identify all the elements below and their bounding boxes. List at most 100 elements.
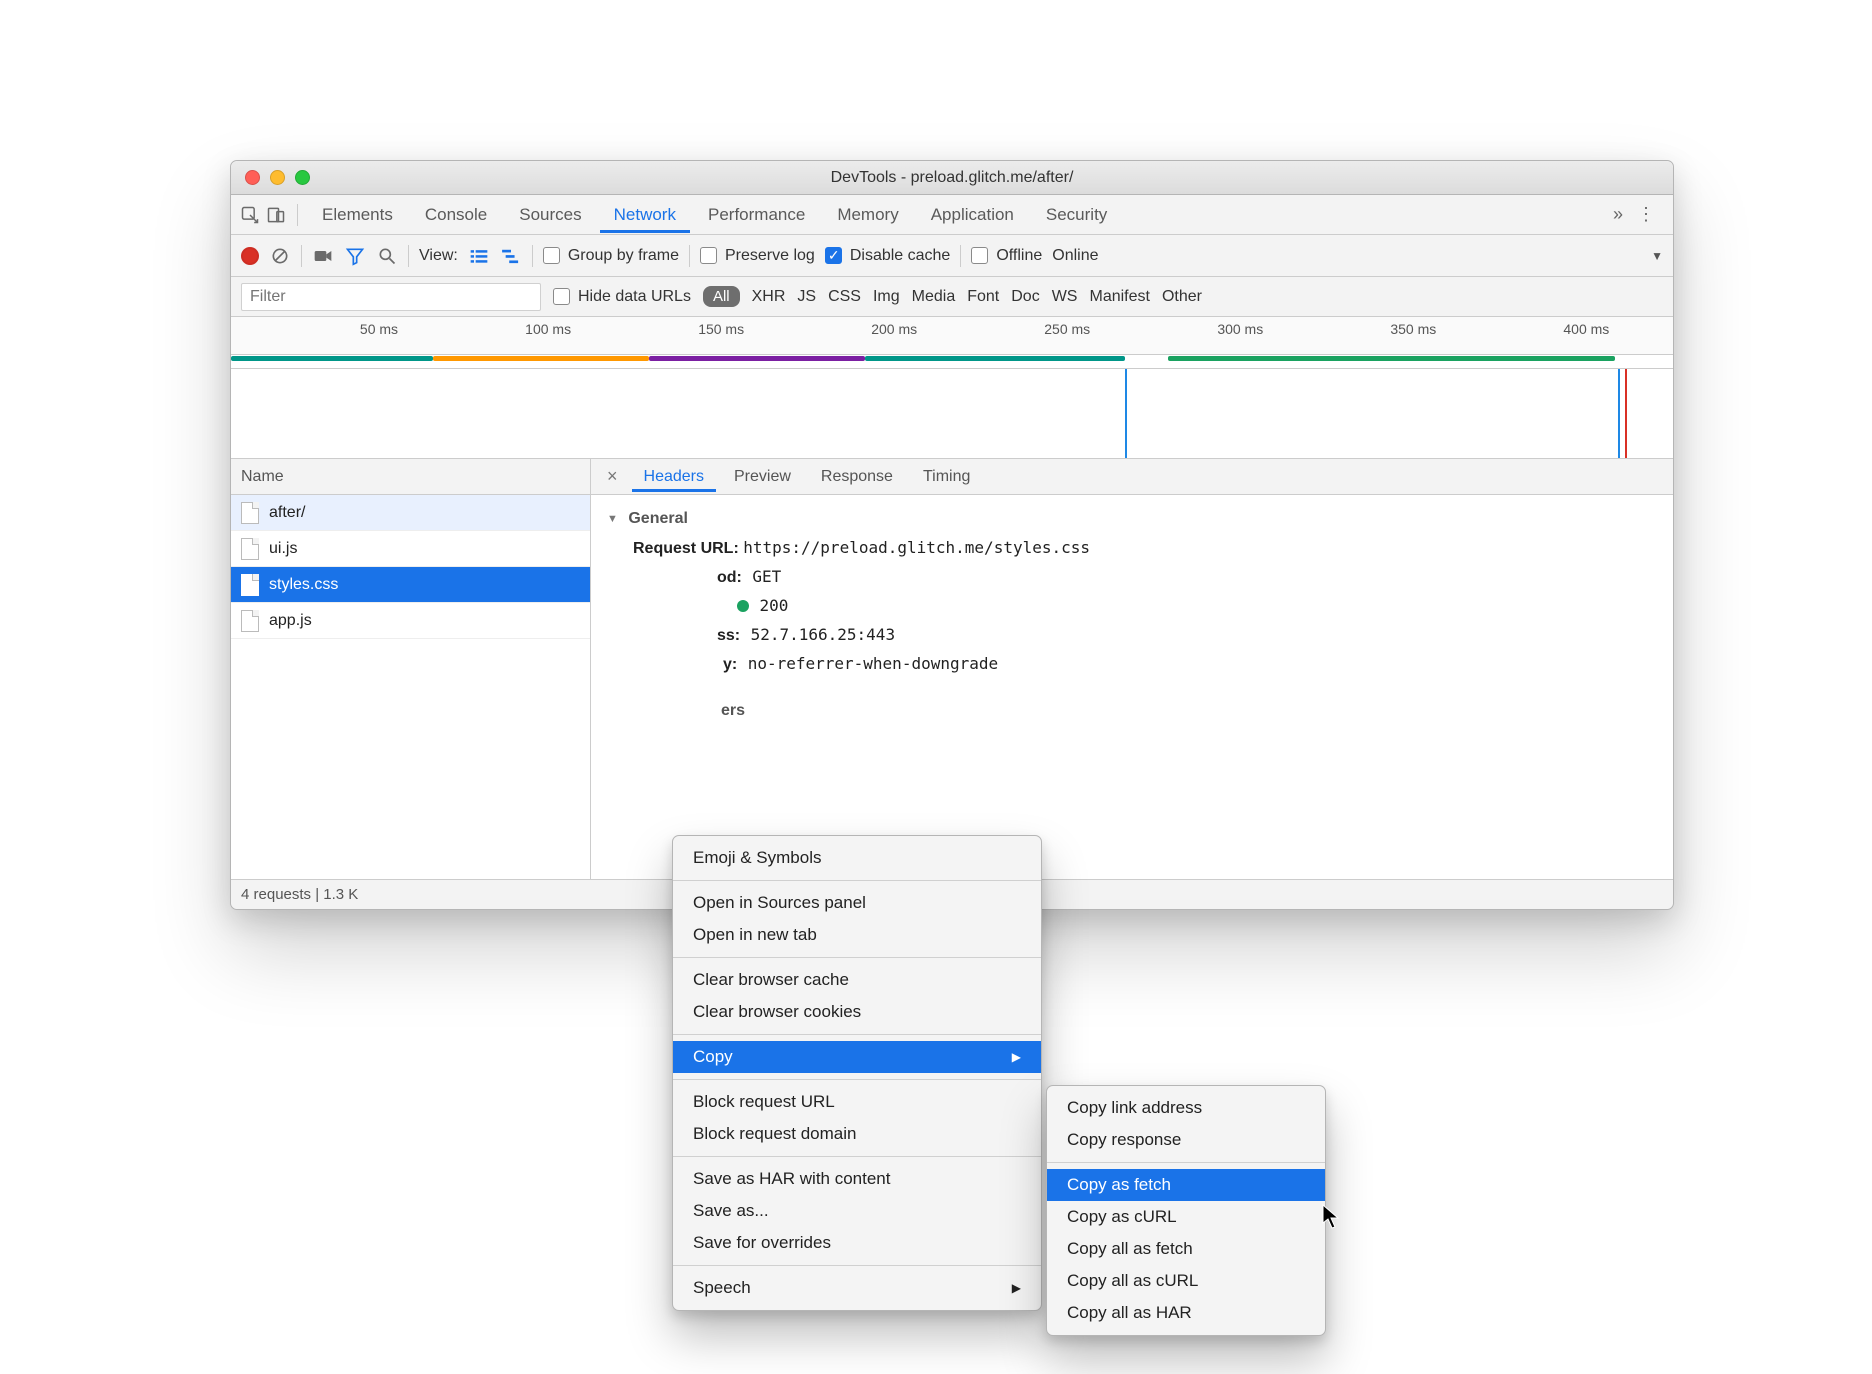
ctx-save-overrides[interactable]: Save for overrides bbox=[673, 1227, 1041, 1259]
overflow-tabs-icon[interactable]: » bbox=[1613, 204, 1623, 225]
separator bbox=[301, 245, 302, 267]
minimize-window-button[interactable] bbox=[270, 170, 285, 185]
tick: 200 ms bbox=[871, 321, 923, 337]
inspect-icon[interactable] bbox=[239, 205, 261, 225]
timeline-detail[interactable] bbox=[231, 369, 1673, 459]
ctx-copy-all-as-har[interactable]: Copy all as HAR bbox=[1047, 1297, 1325, 1329]
group-by-frame-checkbox[interactable]: Group by frame bbox=[543, 247, 679, 265]
name-column-header[interactable]: Name bbox=[231, 459, 590, 495]
detail-tab-timing[interactable]: Timing bbox=[911, 462, 982, 492]
tab-elements[interactable]: Elements bbox=[308, 197, 407, 233]
ctx-open-in-sources[interactable]: Open in Sources panel bbox=[673, 887, 1041, 919]
online-throttle-select[interactable]: Online bbox=[1052, 247, 1098, 265]
request-row[interactable]: ui.js bbox=[231, 531, 590, 567]
ctx-clear-cookies[interactable]: Clear browser cookies bbox=[673, 996, 1041, 1028]
filter-type-other[interactable]: Other bbox=[1162, 288, 1202, 306]
timeline-overview[interactable] bbox=[231, 355, 1673, 369]
list-view-icon[interactable] bbox=[468, 245, 490, 267]
filter-type-font[interactable]: Font bbox=[967, 288, 999, 306]
filter-type-js[interactable]: JS bbox=[797, 288, 816, 306]
response-headers-section-header[interactable]: ers bbox=[607, 697, 1657, 725]
tab-network[interactable]: Network bbox=[600, 197, 690, 233]
clear-icon[interactable] bbox=[269, 245, 291, 267]
filter-input[interactable] bbox=[241, 283, 541, 311]
detail-tab-preview[interactable]: Preview bbox=[722, 462, 803, 492]
general-section-header[interactable]: ▼ General bbox=[607, 505, 1657, 534]
overview-segment bbox=[1168, 356, 1615, 361]
file-icon bbox=[241, 538, 259, 560]
separator bbox=[673, 957, 1041, 958]
tick: 400 ms bbox=[1563, 321, 1615, 337]
record-button[interactable] bbox=[241, 247, 259, 265]
separator bbox=[673, 880, 1041, 881]
status-dot-icon bbox=[737, 600, 749, 612]
hide-data-urls-checkbox[interactable]: Hide data URLs bbox=[553, 288, 691, 306]
request-name: app.js bbox=[269, 612, 312, 630]
ctx-save-har[interactable]: Save as HAR with content bbox=[673, 1163, 1041, 1195]
filter-type-css[interactable]: CSS bbox=[828, 288, 861, 306]
response-headers-label-tail: ers bbox=[721, 702, 745, 719]
method-label-tail: od: bbox=[717, 569, 742, 586]
ctx-copy-response[interactable]: Copy response bbox=[1047, 1124, 1325, 1156]
filter-type-doc[interactable]: Doc bbox=[1011, 288, 1039, 306]
tab-security[interactable]: Security bbox=[1032, 197, 1121, 233]
tab-memory[interactable]: Memory bbox=[823, 197, 912, 233]
filter-type-xhr[interactable]: XHR bbox=[752, 288, 786, 306]
filter-icon[interactable] bbox=[344, 245, 366, 267]
ctx-copy-as-fetch[interactable]: Copy as fetch bbox=[1047, 1169, 1325, 1201]
ctx-emoji-symbols[interactable]: Emoji & Symbols bbox=[673, 842, 1041, 874]
preserve-log-checkbox[interactable]: Preserve log bbox=[700, 247, 815, 265]
close-window-button[interactable] bbox=[245, 170, 260, 185]
file-icon bbox=[241, 574, 259, 596]
separator bbox=[1047, 1162, 1325, 1163]
kebab-menu-icon[interactable]: ⋮ bbox=[1637, 204, 1655, 225]
ctx-block-request-domain[interactable]: Block request domain bbox=[673, 1118, 1041, 1150]
ctx-speech-submenu[interactable]: Speech▶ bbox=[673, 1272, 1041, 1304]
tab-console[interactable]: Console bbox=[411, 197, 501, 233]
file-icon bbox=[241, 502, 259, 524]
filter-type-media[interactable]: Media bbox=[912, 288, 956, 306]
request-url-value: https://preload.glitch.me/styles.css bbox=[743, 538, 1090, 557]
request-row-selected[interactable]: styles.css bbox=[231, 567, 590, 603]
filter-type-img[interactable]: Img bbox=[873, 288, 900, 306]
separator bbox=[673, 1265, 1041, 1266]
ctx-copy-link-address[interactable]: Copy link address bbox=[1047, 1092, 1325, 1124]
tab-application[interactable]: Application bbox=[917, 197, 1028, 233]
tab-performance[interactable]: Performance bbox=[694, 197, 819, 233]
tab-sources[interactable]: Sources bbox=[505, 197, 595, 233]
filter-type-ws[interactable]: WS bbox=[1052, 288, 1078, 306]
detail-tab-response[interactable]: Response bbox=[809, 462, 905, 492]
dropdown-icon[interactable]: ▼ bbox=[1651, 249, 1663, 263]
ctx-copy-as-curl[interactable]: Copy as cURL bbox=[1047, 1201, 1325, 1233]
request-list-pane: Name after/ ui.js styles.css app.js bbox=[231, 459, 591, 879]
ctx-copy-submenu[interactable]: Copy▶ bbox=[673, 1041, 1041, 1073]
tick: 100 ms bbox=[525, 321, 577, 337]
separator bbox=[689, 245, 690, 267]
camera-icon[interactable] bbox=[312, 245, 334, 267]
filter-type-all[interactable]: All bbox=[703, 286, 740, 307]
close-detail-icon[interactable]: × bbox=[599, 466, 626, 487]
timeline-ruler[interactable]: 50 ms 100 ms 150 ms 200 ms 250 ms 300 ms… bbox=[231, 317, 1673, 355]
ctx-copy-all-as-curl[interactable]: Copy all as cURL bbox=[1047, 1265, 1325, 1297]
search-icon[interactable] bbox=[376, 245, 398, 267]
detail-tab-headers[interactable]: Headers bbox=[632, 462, 716, 492]
ctx-block-request-url[interactable]: Block request URL bbox=[673, 1086, 1041, 1118]
separator bbox=[673, 1034, 1041, 1035]
request-row[interactable]: after/ bbox=[231, 495, 590, 531]
waterfall-view-icon[interactable] bbox=[500, 245, 522, 267]
window-controls bbox=[231, 170, 310, 185]
ctx-open-in-new-tab[interactable]: Open in new tab bbox=[673, 919, 1041, 951]
filter-type-manifest[interactable]: Manifest bbox=[1089, 288, 1149, 306]
zoom-window-button[interactable] bbox=[295, 170, 310, 185]
overview-segment bbox=[433, 356, 649, 361]
offline-checkbox[interactable]: Offline bbox=[971, 247, 1042, 265]
ctx-clear-cache[interactable]: Clear browser cache bbox=[673, 964, 1041, 996]
tick: 300 ms bbox=[1217, 321, 1269, 337]
ctx-save-as[interactable]: Save as... bbox=[673, 1195, 1041, 1227]
address-label-tail: ss: bbox=[717, 627, 740, 644]
detail-tabstrip: × Headers Preview Response Timing bbox=[591, 459, 1673, 495]
device-toggle-icon[interactable] bbox=[265, 205, 287, 225]
request-row[interactable]: app.js bbox=[231, 603, 590, 639]
disable-cache-checkbox[interactable]: Disable cache bbox=[825, 247, 951, 265]
ctx-copy-all-as-fetch[interactable]: Copy all as fetch bbox=[1047, 1233, 1325, 1265]
